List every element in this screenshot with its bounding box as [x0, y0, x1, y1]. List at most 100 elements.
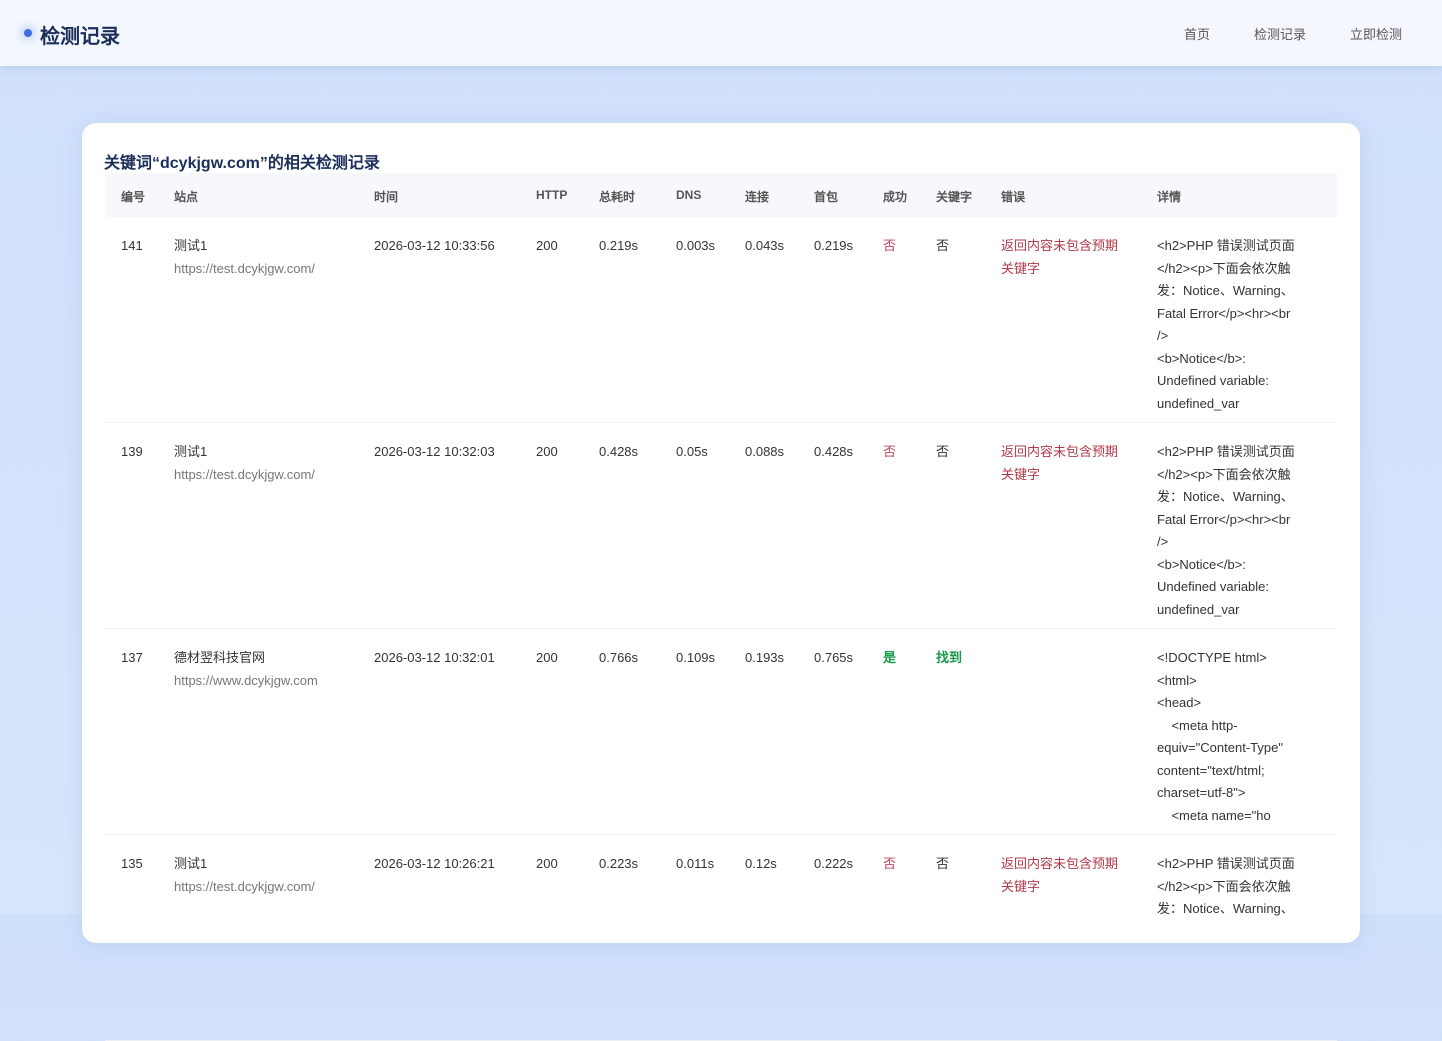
cell-total: 0.219s: [599, 235, 638, 258]
detail-line: </h2><p>下面会依次触: [1157, 258, 1327, 281]
column-header: 连接: [745, 188, 769, 205]
cell-site: 测试1https://test.dcykjgw.com/: [174, 441, 315, 486]
column-header: DNS: [676, 188, 701, 202]
cell-detail: <h2>PHP 错误测试页面</h2><p>下面会依次触发：Notice、War…: [1157, 853, 1327, 921]
cell-site: 德材翌科技官网https://www.dcykjgw.com: [174, 647, 318, 692]
detail-line: <meta name="ho: [1157, 805, 1327, 828]
error-line: 返回内容未包含预期: [1001, 441, 1141, 464]
cell-connect: 0.088s: [745, 441, 784, 464]
detail-line: Undefined variable:: [1157, 576, 1327, 599]
site-url[interactable]: https://test.dcykjgw.com/: [174, 876, 315, 899]
cell-id: 141: [121, 235, 143, 258]
cell-id: 135: [121, 853, 143, 876]
detail-line: equiv="Content-Type": [1157, 737, 1327, 760]
nav-check-now[interactable]: 立即检测: [1350, 24, 1402, 43]
column-header: 首包: [814, 188, 838, 205]
cell-dns: 0.109s: [676, 647, 715, 670]
site-name: 测试1: [174, 235, 315, 258]
detail-line: />: [1157, 325, 1327, 348]
nav-home[interactable]: 首页: [1184, 24, 1210, 43]
detail-line: <h2>PHP 错误测试页面: [1157, 235, 1327, 258]
nav-records[interactable]: 检测记录: [1254, 24, 1306, 43]
cell-first: 0.428s: [814, 441, 853, 464]
detail-line: undefined_var: [1157, 599, 1327, 622]
cell-total: 0.223s: [599, 853, 638, 876]
cell-success: 否: [883, 853, 896, 876]
detail-line: <html>: [1157, 670, 1327, 693]
cell-total: 0.428s: [599, 441, 638, 464]
table-row: 139 测试1https://test.dcykjgw.com/2026-03-1…: [105, 423, 1337, 629]
table-row: 141 测试1https://test.dcykjgw.com/2026-03-1…: [105, 217, 1337, 423]
detail-line: 发：Notice、Warning、: [1157, 898, 1327, 921]
cell-detail: <h2>PHP 错误测试页面</h2><p>下面会依次触发：Notice、War…: [1157, 235, 1327, 415]
records-card: 关键词“dcykjgw.com”的相关检测记录 编号 站点 时间 HTTP 总耗时 DNS…: [82, 123, 1360, 943]
error-line: 关键字: [1001, 464, 1141, 487]
detail-line: Fatal Error</p><hr><br: [1157, 303, 1327, 326]
site-url[interactable]: https://www.dcykjgw.com: [174, 670, 318, 693]
cell-detail: <!DOCTYPE html><html><head> <meta http-e…: [1157, 647, 1327, 827]
cell-site: 测试1https://test.dcykjgw.com/: [174, 853, 315, 898]
column-header: 详情: [1157, 188, 1181, 205]
cell-error: 返回内容未包含预期关键字: [1001, 441, 1141, 486]
nav: 首页 检测记录 立即检测: [1184, 24, 1402, 43]
site-url[interactable]: https://test.dcykjgw.com/: [174, 258, 315, 281]
cell-success: 否: [883, 235, 896, 258]
detail-line: undefined_var: [1157, 393, 1327, 416]
cell-id: 139: [121, 441, 143, 464]
detail-line: <h2>PHP 错误测试页面: [1157, 853, 1327, 876]
cell-dns: 0.003s: [676, 235, 715, 258]
records-table: 编号站点时间HTTP总耗时DNS连接首包成功关键字错误详情 141测试1http…: [105, 173, 1337, 1041]
cell-first: 0.219s: [814, 235, 853, 258]
detail-line: <b>Notice</b>:: [1157, 348, 1327, 371]
column-header: 时间: [374, 188, 398, 205]
brand-dot-icon: [24, 29, 32, 37]
column-header: 成功: [883, 188, 907, 205]
detail-line: Fatal Error</p><hr><br: [1157, 509, 1327, 532]
detail-line: <meta http-: [1157, 715, 1327, 738]
column-header: HTTP: [536, 188, 567, 202]
cell-time: 2026-03-12 10:26:21: [374, 853, 495, 876]
cell-detail: <h2>PHP 错误测试页面</h2><p>下面会依次触发：Notice、War…: [1157, 441, 1327, 621]
cell-keyword: 否: [936, 853, 949, 876]
cell-keyword: 否: [936, 441, 949, 464]
cell-first: 0.765s: [814, 647, 853, 670]
cell-success: 否: [883, 441, 896, 464]
site-name: 测试1: [174, 441, 315, 464]
cell-time: 2026-03-12 10:32:01: [374, 647, 495, 670]
column-header: 总耗时: [599, 188, 635, 205]
detail-line: Undefined variable:: [1157, 370, 1327, 393]
cell-keyword: 找到: [936, 647, 962, 670]
error-line: 关键字: [1001, 876, 1141, 899]
cell-site: 测试1https://test.dcykjgw.com/: [174, 235, 315, 280]
cell-keyword: 否: [936, 235, 949, 258]
detail-line: <head>: [1157, 692, 1327, 715]
detail-line: />: [1157, 531, 1327, 554]
table-header: 编号 站点 时间 HTTP 总耗时 DNS 连接 首包 成功 关键字 错误 详情: [105, 173, 1337, 217]
top-bar: 检测记录 首页 检测记录 立即检测: [0, 0, 1442, 66]
column-header: 关键字: [936, 188, 972, 205]
detail-line: <!DOCTYPE html>: [1157, 647, 1327, 670]
cell-http: 200: [536, 853, 558, 876]
table-row: 137德材翌科技官网https://www.dcykjgw.com2026-03…: [105, 629, 1337, 835]
column-header: 错误: [1001, 188, 1025, 205]
brand-title[interactable]: 检测记录: [40, 20, 120, 49]
site-name: 德材翌科技官网: [174, 647, 318, 670]
cell-error: 返回内容未包含预期关键字: [1001, 853, 1141, 898]
cell-error: 返回内容未包含预期关键字: [1001, 235, 1141, 280]
cell-http: 200: [536, 647, 558, 670]
detail-line: </h2><p>下面会依次触: [1157, 464, 1327, 487]
column-header: 站点: [174, 188, 198, 205]
cell-time: 2026-03-12 10:33:56: [374, 235, 495, 258]
detail-line: charset=utf-8">: [1157, 782, 1327, 805]
cell-success: 是: [883, 647, 896, 670]
cell-first: 0.222s: [814, 853, 853, 876]
table-row: 135 测试1https://test.dcykjgw.com/2026-03-1…: [105, 835, 1337, 1041]
site-name: 测试1: [174, 853, 315, 876]
cell-time: 2026-03-12 10:32:03: [374, 441, 495, 464]
cell-http: 200: [536, 235, 558, 258]
page-title: 关键词“dcykjgw.com”的相关检测记录: [104, 149, 380, 173]
site-url[interactable]: https://test.dcykjgw.com/: [174, 464, 315, 487]
cell-connect: 0.193s: [745, 647, 784, 670]
cell-dns: 0.05s: [676, 441, 708, 464]
column-header: 编号: [121, 188, 145, 205]
